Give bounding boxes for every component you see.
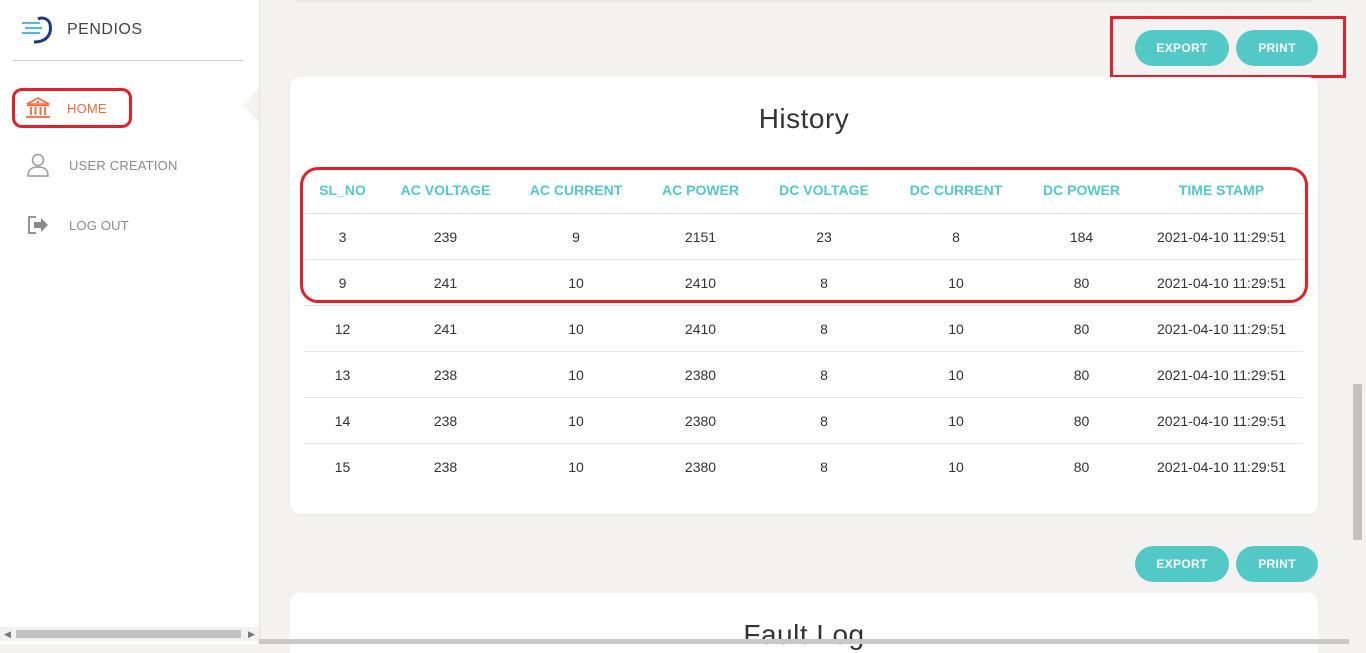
sidebar-item-home[interactable]: HOME	[12, 88, 132, 128]
table-row[interactable]: 12 241 10 2410 8 10 80 2021-04-10 11:29:…	[304, 305, 1303, 352]
divider	[12, 60, 244, 61]
horizontal-scrollbar[interactable]: ◀ ▶	[0, 627, 259, 641]
table-cell: 80	[1023, 351, 1140, 398]
table-cell: 2410	[642, 259, 759, 306]
table-row[interactable]: 13 238 10 2380 8 10 80 2021-04-10 11:29:…	[304, 351, 1303, 398]
history-card: History SL_NO AC VOLTAGE AC CURRENT AC P…	[290, 77, 1318, 514]
active-indicator	[243, 88, 259, 122]
table-cell: 10	[510, 351, 642, 398]
table-cell: 8	[889, 213, 1023, 260]
table-cell: 2021-04-10 11:29:51	[1140, 305, 1303, 352]
table-cell: 9	[304, 259, 381, 306]
sidebar-item-user-creation[interactable]: USER CREATION	[12, 148, 178, 182]
table-cell: 23	[759, 213, 889, 260]
table-cell: 8	[820, 458, 828, 475]
scrollbar-thumb[interactable]	[1353, 384, 1362, 540]
column-header[interactable]: DC POWER	[1023, 167, 1140, 214]
table-row[interactable]: 15 238 10 2380 8 10 80 2021-04-10 11:29:…	[304, 444, 1303, 490]
horizontal-scrollbar-track	[259, 639, 1349, 644]
fault-log-card: Fault Log	[290, 593, 1318, 653]
table-cell: 10	[889, 259, 1023, 306]
column-header[interactable]: AC CURRENT	[510, 167, 642, 214]
table-cell: 10	[510, 259, 642, 306]
table-cell: 2380	[642, 351, 759, 398]
table-row[interactable]: 9 241 10 2410 8 10 80 2021-04-10 11:29:5…	[304, 259, 1303, 306]
table-cell: 2021-04-10 11:29:51	[1157, 458, 1286, 475]
sidebar-item-log-out[interactable]: LOG OUT	[12, 208, 129, 242]
table-cell: 13	[304, 351, 381, 398]
table-cell: 2021-04-10 11:29:51	[1140, 397, 1303, 444]
table-cell: 10	[889, 397, 1023, 444]
table-cell: 241	[381, 259, 510, 306]
table-cell: 10	[510, 305, 642, 352]
table-cell: 2021-04-10 11:29:51	[1140, 259, 1303, 306]
table-row[interactable]: 3 239 9 2151 23 8 184 2021-04-10 11:29:5…	[304, 213, 1303, 260]
table-cell: 2410	[642, 305, 759, 352]
sidebar: PENDIOS HOME USER CREATION LOG OUT ◀ ▶	[0, 0, 260, 644]
user-icon	[24, 152, 52, 178]
scroll-left-icon[interactable]: ◀	[4, 629, 11, 640]
table-row[interactable]: 14 238 10 2380 8 10 80 2021-04-10 11:29:…	[304, 397, 1303, 444]
table-cell: 241	[381, 305, 510, 352]
column-header[interactable]: DC CURRENT	[889, 167, 1023, 214]
table-cell: 10	[948, 458, 964, 475]
bank-icon	[24, 95, 52, 121]
pendios-logo-icon	[22, 16, 52, 44]
table-cell: 2380	[642, 397, 759, 444]
table-cell: 238	[381, 351, 510, 398]
section-title: Fault Log	[743, 619, 865, 650]
brand[interactable]: PENDIOS	[20, 14, 143, 46]
brand-name: PENDIOS	[67, 21, 143, 38]
table-cell: 10	[889, 305, 1023, 352]
table-cell: 184	[1023, 213, 1140, 260]
page-title: History	[758, 103, 850, 134]
column-header[interactable]: AC VOLTAGE	[381, 167, 510, 214]
table-cell: 8	[759, 259, 889, 306]
table-cell: 80	[1023, 259, 1140, 306]
table-header-row: SL_NO AC VOLTAGE AC CURRENT AC POWER DC …	[304, 167, 1303, 214]
table-cell: 8	[759, 305, 889, 352]
table-cell: 10	[568, 458, 584, 475]
sidebar-item-label: HOME	[67, 100, 107, 116]
table-cell: 3	[304, 213, 381, 260]
table-cell: 2021-04-10 11:29:51	[1140, 213, 1303, 260]
column-header[interactable]: TIME STAMP	[1140, 167, 1303, 214]
column-header[interactable]: SL_NO	[304, 167, 381, 214]
logout-icon	[24, 212, 52, 238]
table-cell: 238	[381, 397, 510, 444]
vertical-scrollbar[interactable]	[1349, 0, 1366, 644]
table-cell: 14	[304, 397, 381, 444]
column-header[interactable]: DC VOLTAGE	[759, 167, 889, 214]
sidebar-item-label: LOG OUT	[69, 217, 129, 233]
export-button[interactable]: EXPORT	[1135, 30, 1229, 66]
scroll-right-icon[interactable]: ▶	[248, 629, 255, 640]
column-header[interactable]: AC POWER	[642, 167, 759, 214]
sidebar-item-label: USER CREATION	[69, 157, 178, 173]
table-cell: 238	[433, 458, 458, 475]
table-cell: 15	[334, 458, 351, 475]
history-table: SL_NO AC VOLTAGE AC CURRENT AC POWER DC …	[304, 167, 1303, 489]
table-cell: 8	[759, 351, 889, 398]
table-cell: 239	[381, 213, 510, 260]
table-cell: 10	[510, 397, 642, 444]
table-cell: 8	[759, 397, 889, 444]
table-cell: 80	[1023, 397, 1140, 444]
table-cell: 2151	[642, 213, 759, 260]
print-button[interactable]: PRINT	[1236, 546, 1318, 582]
export-button[interactable]: EXPORT	[1135, 546, 1229, 582]
print-button[interactable]: PRINT	[1236, 30, 1318, 66]
table-cell: 80	[1073, 458, 1090, 475]
table-cell: 80	[1023, 305, 1140, 352]
table-cell: 2380	[684, 458, 717, 475]
table-cell: 9	[510, 213, 642, 260]
table-cell: 2021-04-10 11:29:51	[1140, 351, 1303, 398]
scrollbar-thumb[interactable]	[16, 630, 241, 638]
table-cell: 10	[889, 351, 1023, 398]
table-cell: 12	[304, 305, 381, 352]
